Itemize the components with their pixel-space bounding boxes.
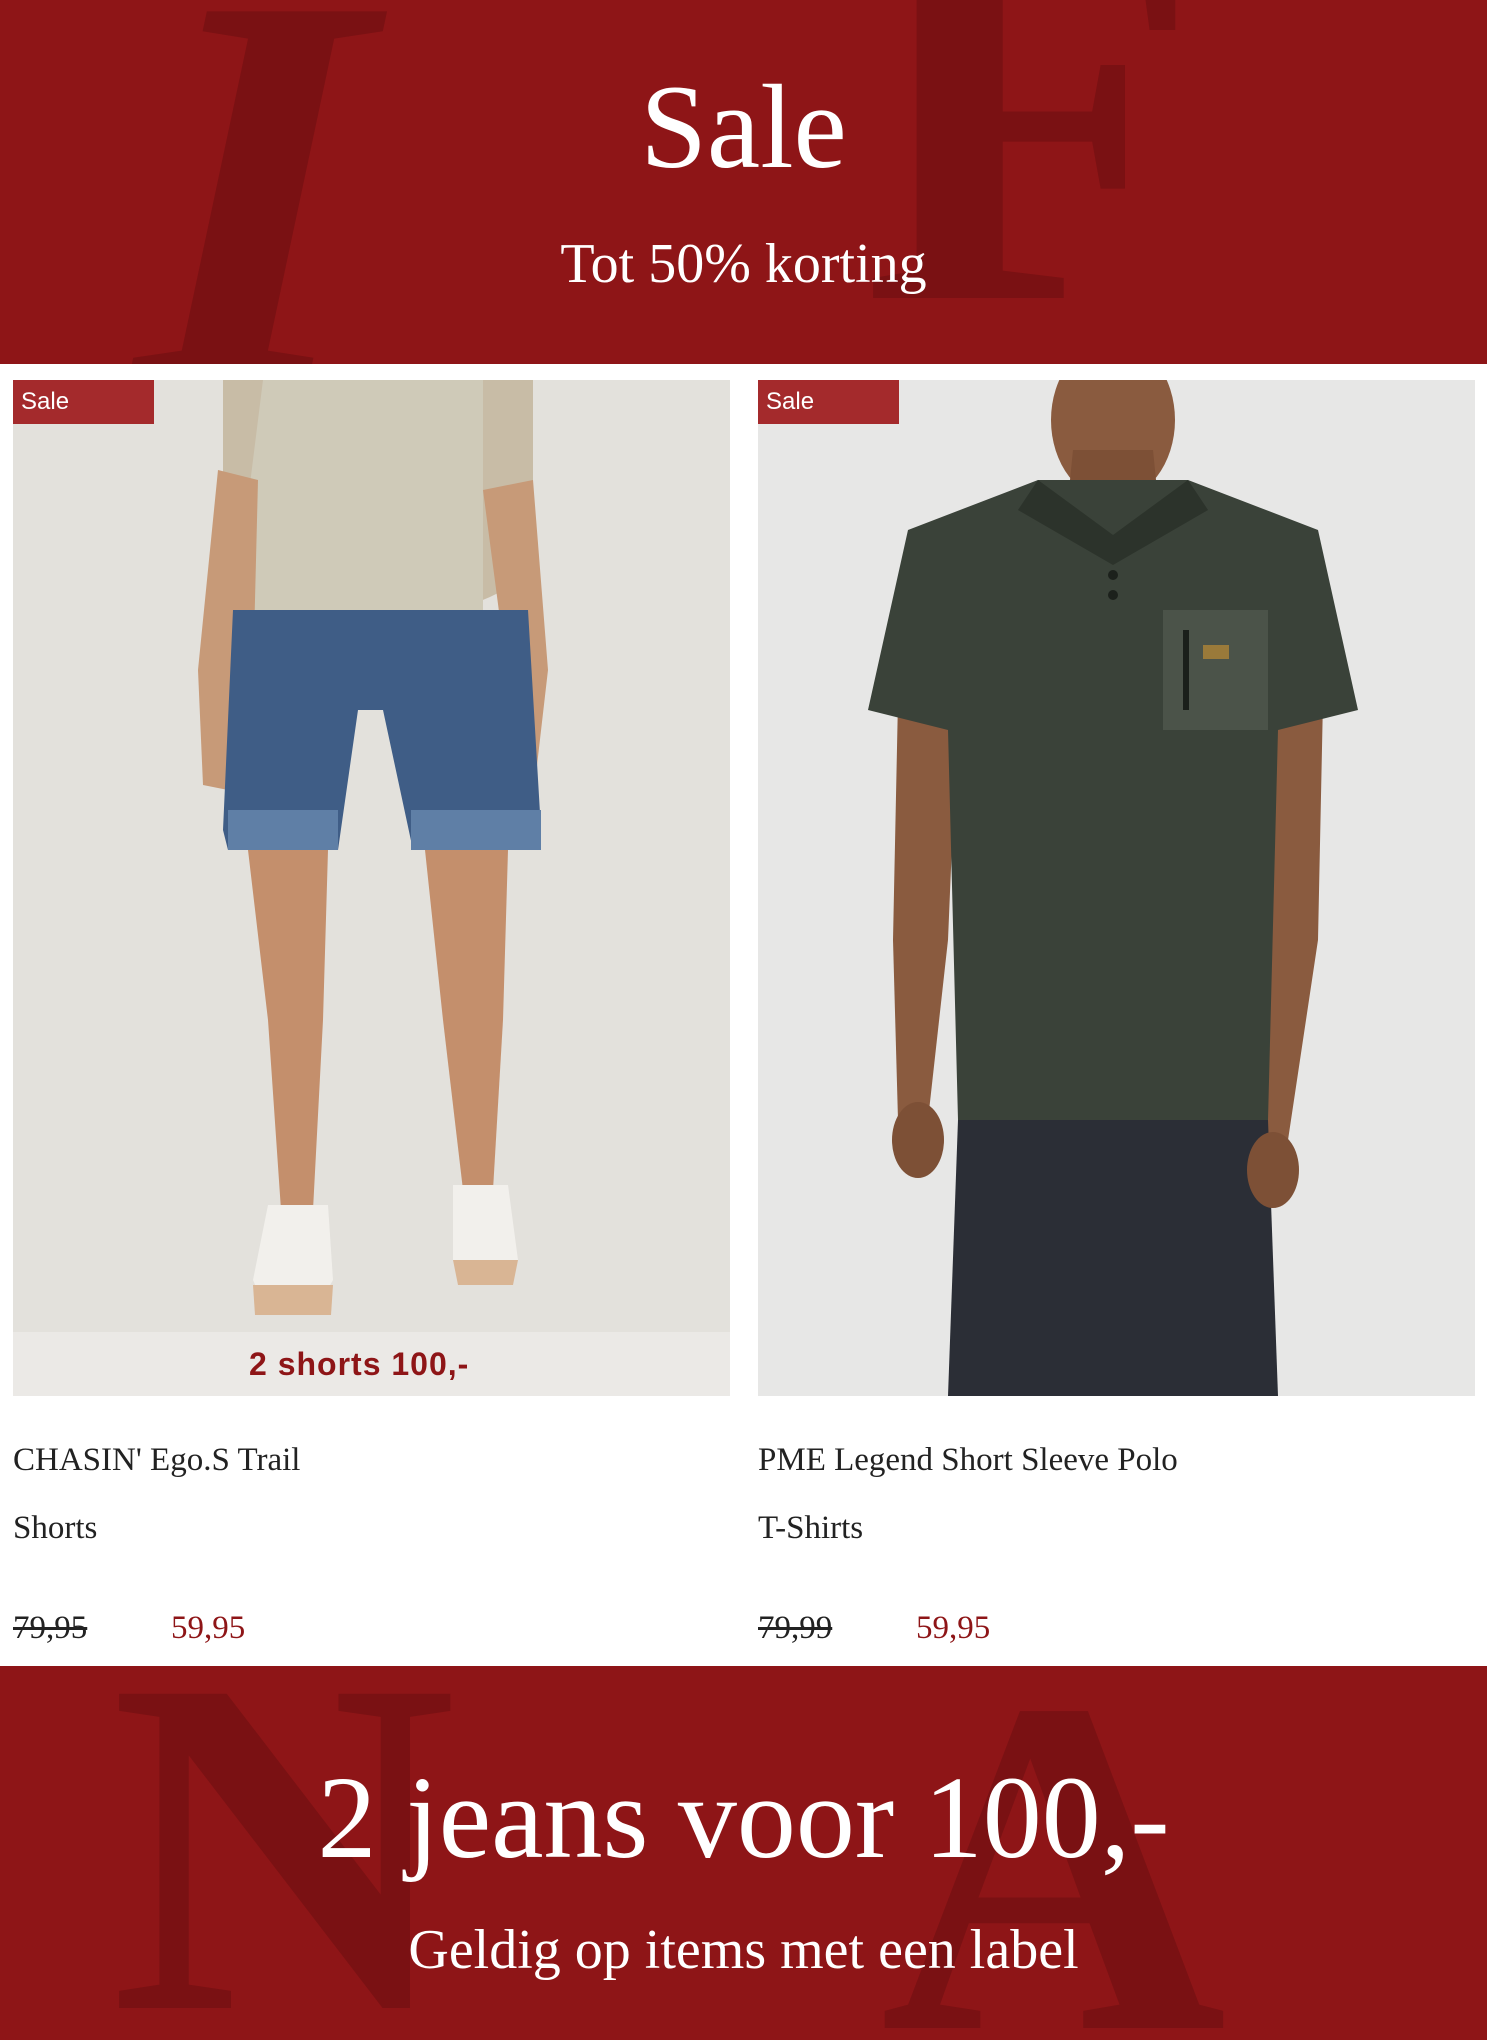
sale-price: 59,95 — [171, 1610, 246, 1646]
sale-price: 59,95 — [916, 1610, 991, 1646]
polo-model-illustration — [868, 380, 1358, 1396]
sale-banner[interactable]: I F Sale Tot 50% korting — [0, 0, 1487, 364]
product-image-shorts[interactable]: Sale 2 shorts 100,- — [13, 380, 730, 1396]
shorts-model-illustration — [198, 380, 548, 1315]
sale-title: Sale — [640, 60, 847, 193]
jeans-promo-banner[interactable]: N A 2 jeans voor 100,- Geldig op items m… — [0, 1666, 1487, 2040]
jeans-promo-title: 2 jeans voor 100,- — [317, 1752, 1170, 1883]
original-price: 79,99 — [758, 1610, 833, 1646]
product-name[interactable]: CHASIN' Ego.S Trail — [13, 1442, 300, 1479]
product-name[interactable]: PME Legend Short Sleeve Polo — [758, 1442, 1178, 1479]
sale-badge: Sale — [758, 380, 899, 424]
product-category: T-Shirts — [758, 1510, 864, 1546]
product-card-polo[interactable]: Sale PME Legend Short Sleeve Polo T-Shir… — [758, 380, 1475, 1666]
product-card-shorts[interactable]: Sale 2 shorts 100,- CHASIN' Ego.S Trail … — [13, 380, 730, 1666]
sale-badge: Sale — [13, 380, 154, 424]
original-price: 79,95 — [13, 1610, 88, 1646]
promo-label: 2 shorts 100,- — [13, 1332, 730, 1396]
sale-subtitle: Tot 50% korting — [560, 233, 927, 295]
product-image-polo[interactable]: Sale — [758, 380, 1475, 1396]
product-category: Shorts — [13, 1510, 98, 1546]
jeans-promo-subtitle: Geldig op items met een label — [408, 1919, 1079, 1981]
